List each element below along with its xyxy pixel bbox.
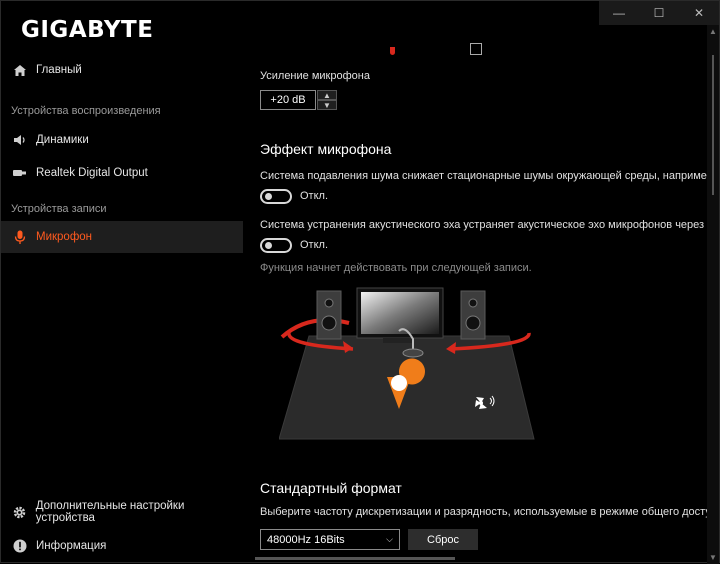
sidebar-item-label: Realtek Digital Output	[36, 167, 148, 179]
right-speaker-icon	[460, 290, 486, 340]
gain-increase-button[interactable]: ▲	[317, 90, 337, 100]
gain-label: Усиление микрофона	[260, 70, 370, 82]
default-format-description: Выберите частоту дискретизации и разрядн…	[260, 506, 709, 518]
toggle-knob	[265, 193, 272, 200]
sidebar-item-label: Дополнительные настройки устройства	[35, 500, 185, 524]
home-icon	[12, 62, 28, 78]
echo-cancel-description: Система устранения акустического эха уст…	[260, 219, 709, 231]
minimize-button[interactable]: —	[599, 1, 639, 25]
gain-decrease-button[interactable]: ▼	[317, 100, 337, 110]
close-button[interactable]: ✕	[679, 1, 719, 25]
gear-icon	[12, 504, 28, 520]
horizontal-scrollbar[interactable]	[255, 557, 455, 560]
reset-button[interactable]: Сброс	[408, 529, 478, 550]
echo-cancel-toggle[interactable]	[260, 238, 292, 253]
effect-note: Функция начнет действовать при следующей…	[260, 262, 532, 274]
recording-devices-header: Устройства записи	[11, 203, 107, 215]
noise-suppression-toggle[interactable]	[260, 189, 292, 204]
playback-devices-header: Устройства воспроизведения	[11, 105, 161, 117]
sidebar-item-speakers[interactable]: Динамики	[1, 124, 243, 156]
echo-cancel-state: Откл.	[300, 239, 329, 251]
sidebar-item-home[interactable]: Главный	[1, 54, 243, 86]
chevron-down-icon: ⌵	[386, 534, 393, 544]
chevron-up-icon: ▲	[323, 90, 331, 100]
scrollbar-thumb[interactable]	[712, 55, 714, 195]
room-illustration	[279, 287, 535, 440]
left-speaker-icon	[316, 290, 342, 340]
speaker-icon	[12, 132, 28, 148]
noise-suppression-description: Система подавления шума снижает стациона…	[260, 170, 709, 182]
sidebar-item-advanced-settings[interactable]: Дополнительные настройки устройства	[1, 496, 243, 528]
scroll-down-icon[interactable]: ▼	[709, 553, 717, 562]
info-icon	[12, 538, 28, 554]
noise-suppression-state: Откл.	[300, 190, 329, 202]
sidebar-item-info[interactable]: Информация	[1, 530, 243, 562]
sidebar-item-realtek[interactable]: Realtek Digital Output	[1, 157, 243, 189]
sidebar-item-label: Информация	[36, 540, 107, 552]
app-window: GIGABYTE — ☐ ✕ Главный Устройства воспро…	[0, 0, 720, 564]
scroll-up-icon[interactable]: ▲	[709, 27, 717, 36]
sidebar-item-label: Динамики	[36, 134, 89, 146]
digital-output-icon	[12, 165, 28, 181]
chevron-down-icon: ▼	[323, 100, 331, 110]
sidebar: Главный Устройства воспроизведения Динам…	[1, 53, 243, 564]
gigabyte-logo: GIGABYTE	[21, 17, 154, 43]
microphone-icon	[12, 229, 28, 245]
mic-effect-title: Эффект микрофона	[260, 141, 392, 157]
cut-off-indicator	[390, 47, 395, 55]
window-controls: — ☐ ✕	[599, 1, 719, 25]
vertical-scrollbar[interactable]: ▲ ▼	[707, 25, 719, 564]
format-select[interactable]: 48000Hz 16Bits ⌵	[260, 529, 400, 550]
main-content: Усиление микрофона +20 dB ▲ ▼ Эффект мик…	[243, 41, 709, 564]
maximize-button[interactable]: ☐	[639, 1, 679, 25]
sidebar-item-label: Микрофон	[36, 231, 93, 243]
cut-off-checkbox[interactable]	[470, 43, 482, 55]
format-select-value: 48000Hz 16Bits	[267, 533, 345, 546]
gain-value-field[interactable]: +20 dB	[260, 90, 316, 110]
default-format-title: Стандартный формат	[260, 480, 402, 496]
toggle-knob	[265, 242, 272, 249]
sidebar-item-microphone[interactable]: Микрофон	[1, 221, 243, 253]
sidebar-item-label: Главный	[36, 64, 82, 76]
